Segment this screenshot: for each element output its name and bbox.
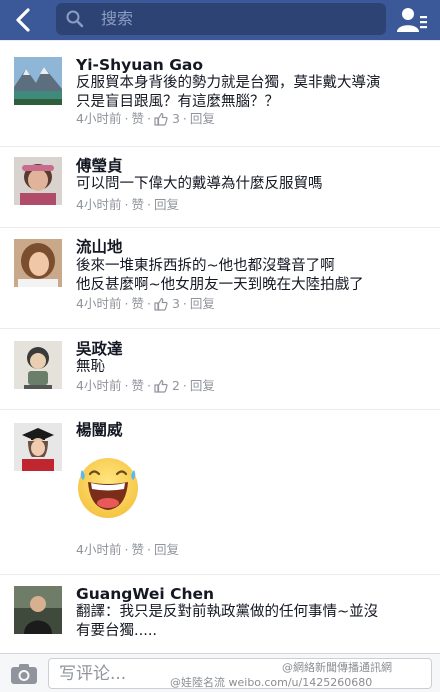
like-count: 3 [171,111,180,126]
thumbs-up-icon [154,379,168,393]
like-link[interactable]: 赞 [131,378,144,394]
avatar[interactable] [14,341,62,389]
comment-item: 楊闓威 4小时前 · 赞 · 回复 [0,410,440,574]
commenter-name[interactable]: Yi-Shyuan Gao [76,56,203,74]
comment-meta: 4小时前 · 赞 · 2 · 回复 [76,378,215,394]
like-link[interactable]: 赞 [131,542,144,558]
thumbs-up-icon [154,112,168,126]
avatar[interactable] [14,423,62,471]
comment-time: 4小时前 [76,296,122,311]
comment-meta: 4小时前 · 赞 · 3 · 回复 [76,296,215,312]
watermark-line-1: @網絡新聞傳播通訊網 [282,661,392,674]
avatar-person-image [14,239,62,287]
avatar[interactable] [14,57,62,105]
commenter-name[interactable]: 楊闓威 [76,421,123,439]
comment-input-placeholder: 写评论... [59,664,127,684]
comment-list: Yi-Shyuan Gao 反服貿本身背後的勢力就是台獨，莫非戴大導演 只是盲目… [0,41,440,653]
comment-text-line: 翻譯：我只是反對前執政黨做的任何事情~並沒 [76,604,379,620]
avatar[interactable] [14,157,62,205]
avatar-landscape-image [14,57,62,105]
reply-link[interactable]: 回复 [190,111,215,127]
like-link[interactable]: 赞 [131,197,144,213]
search-placeholder: 搜索 [101,9,134,28]
comment-text-line: 他反甚麼啊~他女朋友一天到晚在大陸拍戲了 [76,277,364,293]
comment-text-line: 只是盲目跟風？有這麼無腦？？ [76,94,279,110]
commenter-name[interactable]: GuangWei Chen [76,585,214,603]
comment-meta: 4小时前 · 赞 · 回复 [76,197,179,213]
comment-meta: 4小时前 · 赞 · 3 · 回复 [76,111,215,127]
comment-time: 4小时前 [76,197,122,212]
avatar[interactable] [14,239,62,287]
comment-item: 吳政達 無恥 4小时前 · 赞 · 2 · 回复 [0,329,440,409]
avatar-figure-image [14,341,62,389]
like-link[interactable]: 赞 [131,296,144,312]
back-arrow-icon[interactable] [10,6,38,34]
laughing-face-sticker-icon [78,458,138,518]
avatar-graduate-image [14,423,62,471]
comment-item: Yi-Shyuan Gao 反服貿本身背後的勢力就是台獨，莫非戴大導演 只是盲目… [0,41,440,146]
top-navigation-bar: 搜索 [0,0,440,40]
commenter-name[interactable]: 流山地 [76,238,123,256]
search-bar[interactable]: 搜索 [56,3,386,35]
comment-time: 4小时前 [76,542,122,557]
comment-item: GuangWei Chen 翻譯：我只是反對前執政黨做的任何事情~並沒 有要台獨… [0,575,440,653]
like-link[interactable]: 赞 [131,111,144,127]
commenter-name[interactable]: 傅瑩貞 [76,157,123,175]
friend-requests-icon[interactable] [396,5,428,35]
comment-item: 傅瑩貞 可以問一下偉大的戴導為什麼反服貿嗎 4小时前 · 赞 · 回复 [0,147,440,227]
comment-text-line: 可以問一下偉大的戴導為什麼反服貿嗎 [76,176,323,192]
comment-text-line: 反服貿本身背後的勢力就是台獨，莫非戴大導演 [76,75,381,91]
comment-meta: 4小时前 · 赞 · 回复 [76,542,179,558]
watermark-line-2: @娃陸名流 weibo.com/u/1425260680 [170,676,373,689]
comment-text-line: 有要台獨..... [76,623,158,639]
reply-link[interactable]: 回复 [190,378,215,394]
like-count: 2 [171,378,180,393]
camera-icon[interactable] [10,663,38,685]
thumbs-up-icon [154,297,168,311]
comment-composer: 写评论... @網絡新聞傳播通訊網 @娃陸名流 weibo.com/u/1425… [0,653,440,692]
reply-link[interactable]: 回复 [154,197,179,213]
like-count: 3 [171,296,180,311]
comment-item: 流山地 後來一堆東拆西拆的~他也都沒聲音了啊 他反甚麼啊~他女朋友一天到晚在大陸… [0,228,440,328]
comment-time: 4小时前 [76,111,122,126]
comment-text-line: 後來一堆東拆西拆的~他也都沒聲音了啊 [76,258,335,274]
reply-link[interactable]: 回复 [190,296,215,312]
reply-link[interactable]: 回复 [154,542,179,558]
commenter-name[interactable]: 吳政達 [76,340,123,358]
search-icon [66,10,84,28]
comment-text-line: 無恥 [76,359,105,375]
avatar-person-image [14,586,62,634]
avatar-person-image [14,157,62,205]
avatar[interactable] [14,586,62,634]
comment-time: 4小时前 [76,378,122,393]
